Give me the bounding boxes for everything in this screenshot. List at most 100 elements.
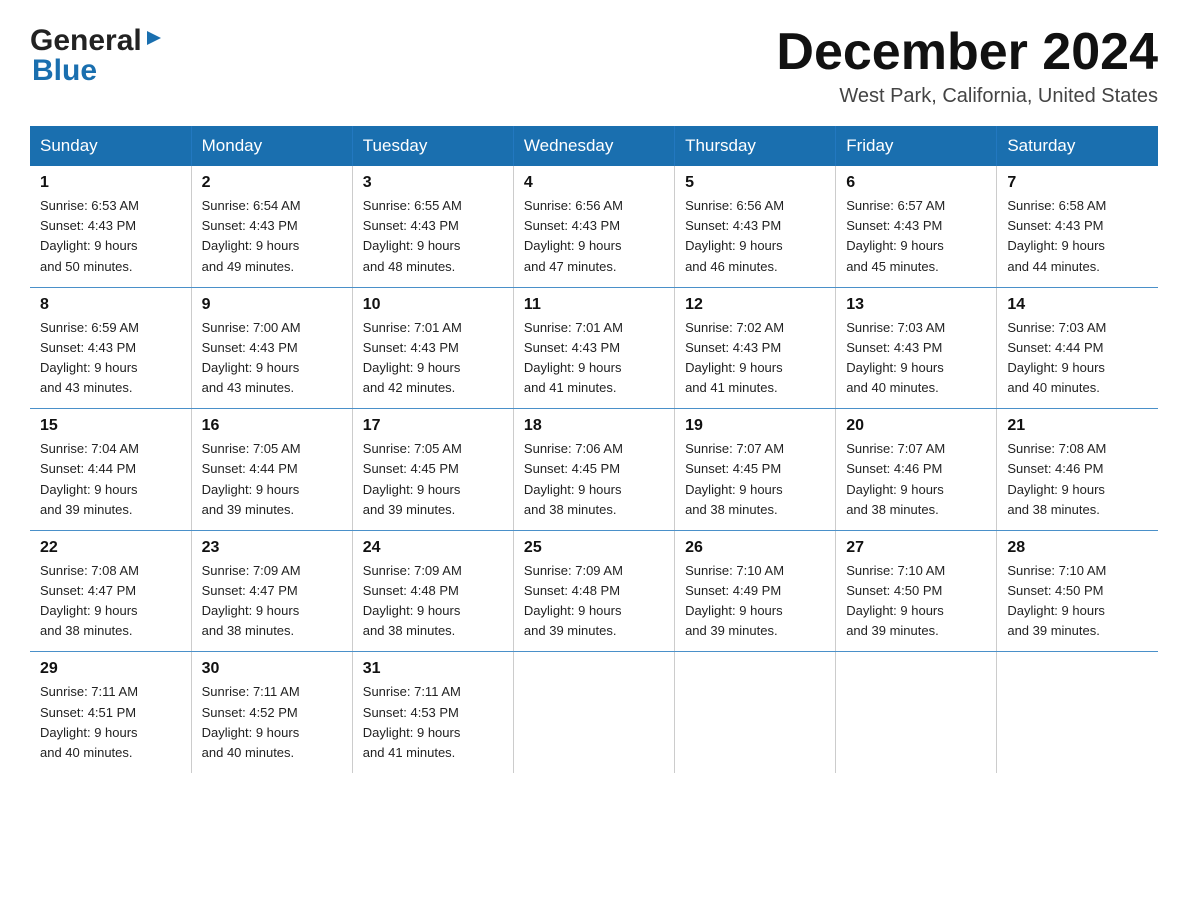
day-info: Sunrise: 7:02 AMSunset: 4:43 PMDaylight:…	[685, 320, 784, 395]
day-info: Sunrise: 7:10 AMSunset: 4:50 PMDaylight:…	[1007, 563, 1106, 638]
header-tuesday: Tuesday	[352, 126, 513, 166]
calendar-cell: 26 Sunrise: 7:10 AMSunset: 4:49 PMDaylig…	[675, 530, 836, 652]
day-info: Sunrise: 7:05 AMSunset: 4:45 PMDaylight:…	[363, 441, 462, 516]
day-info: Sunrise: 7:06 AMSunset: 4:45 PMDaylight:…	[524, 441, 623, 516]
day-number: 25	[524, 539, 664, 557]
calendar-week-row-4: 22 Sunrise: 7:08 AMSunset: 4:47 PMDaylig…	[30, 530, 1158, 652]
day-info: Sunrise: 7:00 AMSunset: 4:43 PMDaylight:…	[202, 320, 301, 395]
day-number: 12	[685, 296, 825, 314]
day-info: Sunrise: 7:04 AMSunset: 4:44 PMDaylight:…	[40, 441, 139, 516]
calendar-cell: 13 Sunrise: 7:03 AMSunset: 4:43 PMDaylig…	[836, 287, 997, 409]
calendar-week-row-1: 1 Sunrise: 6:53 AMSunset: 4:43 PMDayligh…	[30, 166, 1158, 287]
calendar-cell: 6 Sunrise: 6:57 AMSunset: 4:43 PMDayligh…	[836, 166, 997, 287]
calendar-cell: 19 Sunrise: 7:07 AMSunset: 4:45 PMDaylig…	[675, 409, 836, 531]
calendar-cell: 28 Sunrise: 7:10 AMSunset: 4:50 PMDaylig…	[997, 530, 1158, 652]
header-friday: Friday	[836, 126, 997, 166]
calendar-cell: 24 Sunrise: 7:09 AMSunset: 4:48 PMDaylig…	[352, 530, 513, 652]
day-info: Sunrise: 6:54 AMSunset: 4:43 PMDaylight:…	[202, 198, 301, 273]
day-info: Sunrise: 7:11 AMSunset: 4:51 PMDaylight:…	[40, 684, 138, 759]
calendar-cell: 5 Sunrise: 6:56 AMSunset: 4:43 PMDayligh…	[675, 166, 836, 287]
day-info: Sunrise: 7:03 AMSunset: 4:44 PMDaylight:…	[1007, 320, 1106, 395]
day-number: 24	[363, 539, 503, 557]
calendar-cell: 16 Sunrise: 7:05 AMSunset: 4:44 PMDaylig…	[191, 409, 352, 531]
day-number: 1	[40, 174, 181, 192]
calendar-cell: 21 Sunrise: 7:08 AMSunset: 4:46 PMDaylig…	[997, 409, 1158, 531]
calendar-cell: 30 Sunrise: 7:11 AMSunset: 4:52 PMDaylig…	[191, 652, 352, 773]
day-info: Sunrise: 6:56 AMSunset: 4:43 PMDaylight:…	[685, 198, 784, 273]
day-number: 14	[1007, 296, 1148, 314]
day-number: 5	[685, 174, 825, 192]
header-wednesday: Wednesday	[513, 126, 674, 166]
calendar-cell: 10 Sunrise: 7:01 AMSunset: 4:43 PMDaylig…	[352, 287, 513, 409]
calendar-cell: 4 Sunrise: 6:56 AMSunset: 4:43 PMDayligh…	[513, 166, 674, 287]
calendar-cell: 31 Sunrise: 7:11 AMSunset: 4:53 PMDaylig…	[352, 652, 513, 773]
calendar-cell	[997, 652, 1158, 773]
header-thursday: Thursday	[675, 126, 836, 166]
logo: General Blue	[30, 24, 163, 88]
calendar-cell: 27 Sunrise: 7:10 AMSunset: 4:50 PMDaylig…	[836, 530, 997, 652]
day-info: Sunrise: 7:10 AMSunset: 4:49 PMDaylight:…	[685, 563, 784, 638]
day-number: 27	[846, 539, 986, 557]
day-number: 10	[363, 296, 503, 314]
weekday-header-row: Sunday Monday Tuesday Wednesday Thursday…	[30, 126, 1158, 166]
calendar-cell: 1 Sunrise: 6:53 AMSunset: 4:43 PMDayligh…	[30, 166, 191, 287]
day-number: 9	[202, 296, 342, 314]
calendar-week-row-5: 29 Sunrise: 7:11 AMSunset: 4:51 PMDaylig…	[30, 652, 1158, 773]
calendar-cell: 9 Sunrise: 7:00 AMSunset: 4:43 PMDayligh…	[191, 287, 352, 409]
day-number: 18	[524, 417, 664, 435]
calendar-cell: 15 Sunrise: 7:04 AMSunset: 4:44 PMDaylig…	[30, 409, 191, 531]
day-number: 17	[363, 417, 503, 435]
calendar-cell: 8 Sunrise: 6:59 AMSunset: 4:43 PMDayligh…	[30, 287, 191, 409]
header-sunday: Sunday	[30, 126, 191, 166]
calendar-week-row-2: 8 Sunrise: 6:59 AMSunset: 4:43 PMDayligh…	[30, 287, 1158, 409]
day-info: Sunrise: 7:03 AMSunset: 4:43 PMDaylight:…	[846, 320, 945, 395]
calendar-cell: 12 Sunrise: 7:02 AMSunset: 4:43 PMDaylig…	[675, 287, 836, 409]
day-number: 7	[1007, 174, 1148, 192]
calendar-cell: 17 Sunrise: 7:05 AMSunset: 4:45 PMDaylig…	[352, 409, 513, 531]
page-header: General Blue December 2024 West Park, Ca…	[30, 24, 1158, 108]
day-number: 2	[202, 174, 342, 192]
day-number: 19	[685, 417, 825, 435]
day-number: 28	[1007, 539, 1148, 557]
calendar-cell: 20 Sunrise: 7:07 AMSunset: 4:46 PMDaylig…	[836, 409, 997, 531]
day-number: 22	[40, 539, 181, 557]
day-info: Sunrise: 7:11 AMSunset: 4:52 PMDaylight:…	[202, 684, 300, 759]
day-info: Sunrise: 7:09 AMSunset: 4:48 PMDaylight:…	[363, 563, 462, 638]
month-title: December 2024	[776, 24, 1158, 81]
calendar-week-row-3: 15 Sunrise: 7:04 AMSunset: 4:44 PMDaylig…	[30, 409, 1158, 531]
logo-general-text: General	[30, 24, 142, 58]
day-info: Sunrise: 6:58 AMSunset: 4:43 PMDaylight:…	[1007, 198, 1106, 273]
day-number: 30	[202, 660, 342, 678]
day-info: Sunrise: 7:05 AMSunset: 4:44 PMDaylight:…	[202, 441, 301, 516]
calendar-cell: 22 Sunrise: 7:08 AMSunset: 4:47 PMDaylig…	[30, 530, 191, 652]
calendar-cell	[675, 652, 836, 773]
calendar-cell: 7 Sunrise: 6:58 AMSunset: 4:43 PMDayligh…	[997, 166, 1158, 287]
day-info: Sunrise: 6:55 AMSunset: 4:43 PMDaylight:…	[363, 198, 462, 273]
day-number: 29	[40, 660, 181, 678]
day-info: Sunrise: 7:08 AMSunset: 4:47 PMDaylight:…	[40, 563, 139, 638]
day-info: Sunrise: 7:10 AMSunset: 4:50 PMDaylight:…	[846, 563, 945, 638]
day-info: Sunrise: 7:08 AMSunset: 4:46 PMDaylight:…	[1007, 441, 1106, 516]
day-number: 8	[40, 296, 181, 314]
day-info: Sunrise: 7:01 AMSunset: 4:43 PMDaylight:…	[363, 320, 462, 395]
calendar-cell: 14 Sunrise: 7:03 AMSunset: 4:44 PMDaylig…	[997, 287, 1158, 409]
day-number: 3	[363, 174, 503, 192]
header-saturday: Saturday	[997, 126, 1158, 166]
day-info: Sunrise: 7:07 AMSunset: 4:45 PMDaylight:…	[685, 441, 784, 516]
logo-triangle-icon	[145, 29, 163, 52]
day-info: Sunrise: 7:09 AMSunset: 4:47 PMDaylight:…	[202, 563, 301, 638]
calendar-cell: 18 Sunrise: 7:06 AMSunset: 4:45 PMDaylig…	[513, 409, 674, 531]
calendar-cell: 23 Sunrise: 7:09 AMSunset: 4:47 PMDaylig…	[191, 530, 352, 652]
day-info: Sunrise: 7:11 AMSunset: 4:53 PMDaylight:…	[363, 684, 461, 759]
day-number: 23	[202, 539, 342, 557]
calendar-cell	[513, 652, 674, 773]
calendar-cell: 29 Sunrise: 7:11 AMSunset: 4:51 PMDaylig…	[30, 652, 191, 773]
day-number: 20	[846, 417, 986, 435]
day-number: 4	[524, 174, 664, 192]
calendar-cell: 11 Sunrise: 7:01 AMSunset: 4:43 PMDaylig…	[513, 287, 674, 409]
calendar-table: Sunday Monday Tuesday Wednesday Thursday…	[30, 126, 1158, 773]
day-info: Sunrise: 6:53 AMSunset: 4:43 PMDaylight:…	[40, 198, 139, 273]
logo-blue-text: Blue	[32, 54, 97, 88]
day-number: 16	[202, 417, 342, 435]
day-number: 13	[846, 296, 986, 314]
